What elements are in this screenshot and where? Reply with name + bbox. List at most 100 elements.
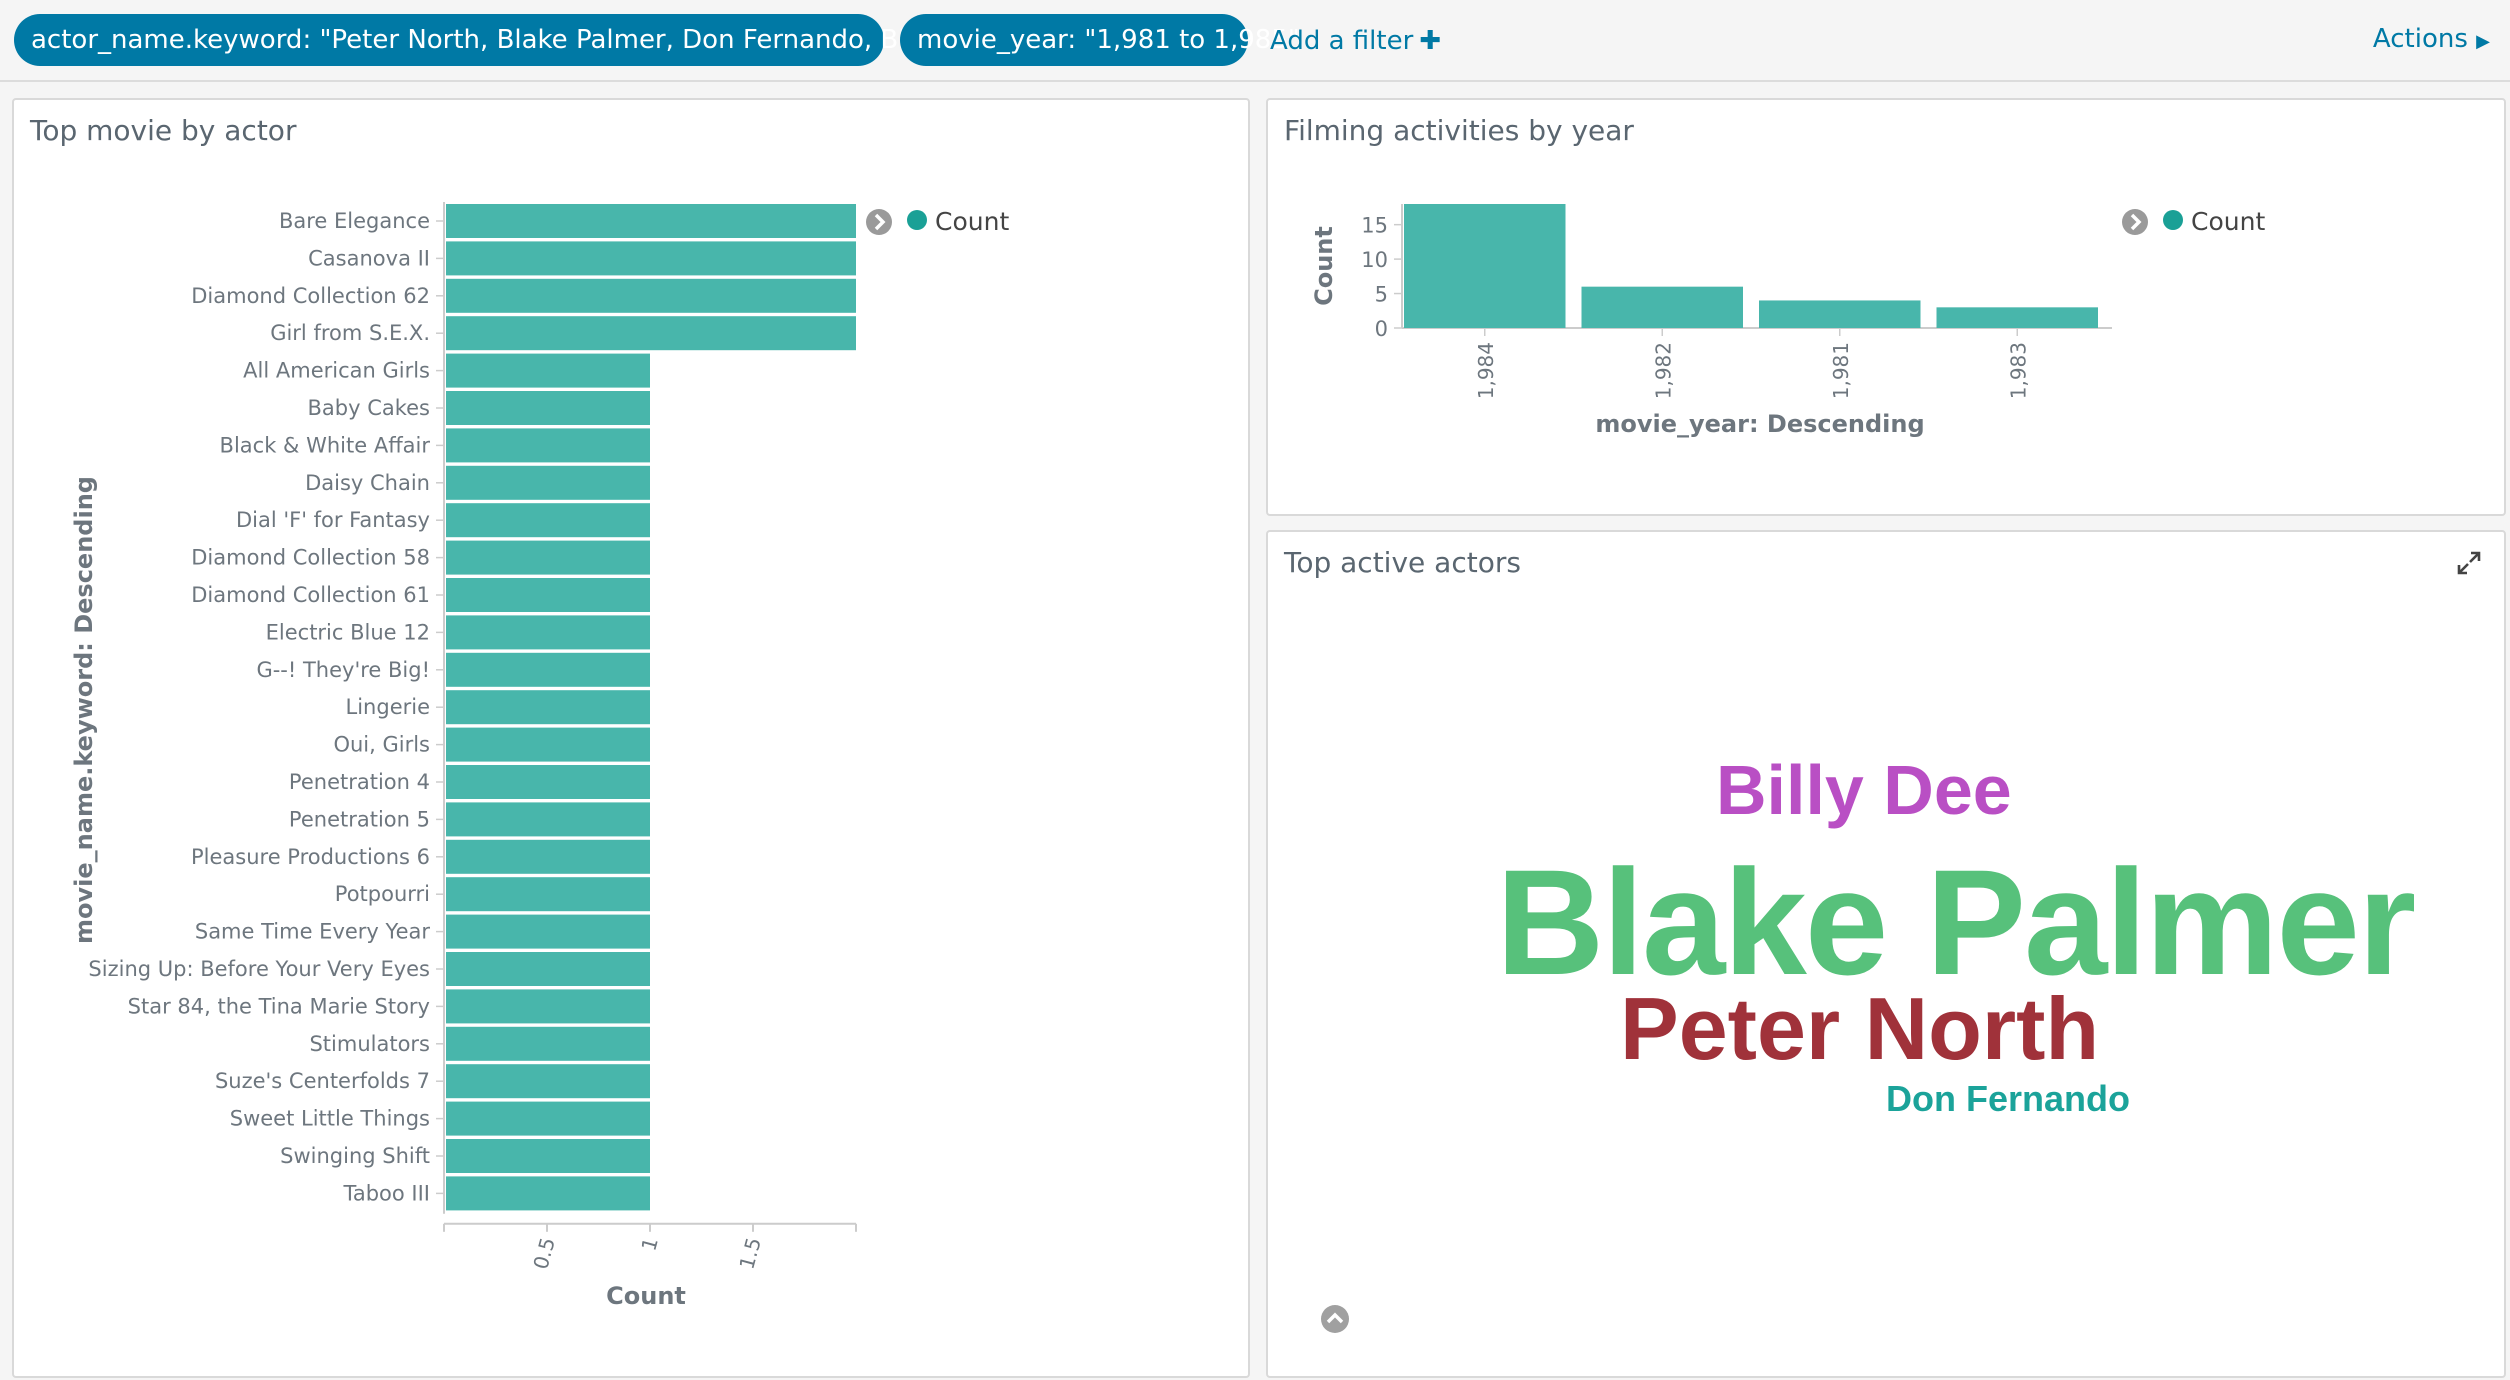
- bar: [446, 241, 856, 276]
- y-tick-label: Diamond Collection 61: [191, 583, 430, 607]
- y-tick-label: G--! They're Big!: [256, 658, 430, 682]
- bar: [446, 877, 650, 912]
- x-tick-label: 1,984: [1474, 342, 1498, 399]
- bar: [446, 765, 650, 799]
- bar: [446, 914, 650, 949]
- bar: [446, 802, 650, 837]
- y-tick-label: Taboo III: [342, 1181, 430, 1205]
- plus-icon: ✚: [1419, 26, 1442, 56]
- bar: [446, 1026, 650, 1061]
- panel-title-top-actors: Top active actors: [1284, 546, 1521, 579]
- bar: [446, 690, 650, 725]
- bar: [446, 540, 650, 575]
- x-tick-label: 1: [636, 1235, 662, 1254]
- bar: [446, 652, 650, 687]
- bar: [446, 391, 650, 425]
- add-filter-label: Add a filter: [1270, 26, 1414, 56]
- y-tick-label: All American Girls: [243, 359, 430, 383]
- bar: [1404, 204, 1566, 328]
- x-axis-title: Count: [606, 1282, 686, 1310]
- legend-toggle-chevron-right-icon[interactable]: [866, 209, 892, 235]
- bar: [446, 465, 650, 500]
- x-tick-label: 1,982: [1651, 342, 1675, 399]
- y-tick-label: Potpourri: [335, 882, 430, 906]
- bar: [446, 353, 650, 388]
- panel-filming: Filming activities by year 0 5 10 15 1,984 1,…: [1266, 98, 2506, 516]
- filming-chart: 0 5 10 15 1,984 1,982 1,981 1,983 movie_year: De…: [1310, 204, 2265, 438]
- bar: [446, 1064, 650, 1099]
- y-tick-label: Stimulators: [309, 1032, 430, 1056]
- y-tick-label: Suze's Centerfolds 7: [215, 1069, 430, 1093]
- filter-bar: actor_name.keyword: "Peter North, Blake …: [0, 0, 2510, 82]
- y-tick-label: Lingerie: [346, 695, 430, 719]
- panel-top-actors: Top active actors Billy Dee Blake Palmer…: [1266, 530, 2506, 1378]
- y-tick-label: Dial 'F' for Fantasy: [236, 508, 430, 532]
- bar: [1759, 300, 1921, 328]
- y-tick-label: 5: [1375, 283, 1388, 307]
- y-tick-label: Bare Elegance: [279, 209, 430, 233]
- bar: [446, 578, 650, 612]
- filter-pill-year[interactable]: movie_year: "1,981 to 1,985": [900, 14, 1300, 66]
- word-peter-north[interactable]: Peter North: [1620, 978, 2099, 1080]
- y-tick-label: 15: [1361, 214, 1388, 238]
- x-tick-label: 1.5: [734, 1235, 765, 1272]
- bar: [1936, 307, 2098, 328]
- collapse-chevron-up-icon[interactable]: [1320, 1304, 1350, 1334]
- actions-menu-button[interactable]: Actions ▶: [2373, 24, 2490, 54]
- legend-dot: [907, 210, 927, 230]
- y-tick-label: Girl from S.E.X.: [270, 321, 430, 345]
- y-axis-title: movie_name.keyword: Descending: [70, 476, 98, 944]
- bar: [446, 727, 650, 762]
- bar: [446, 615, 650, 650]
- y-tick-label: Penetration 4: [289, 770, 430, 794]
- y-tick-label: 10: [1361, 248, 1388, 272]
- bar: [446, 1101, 650, 1136]
- bar: [446, 503, 650, 538]
- y-tick-label: Same Time Every Year: [195, 920, 430, 944]
- y-tick-label: Pleasure Productions 6: [191, 845, 430, 869]
- word-billy-dee[interactable]: Billy Dee: [1716, 750, 2012, 830]
- y-tick-label: Diamond Collection 62: [191, 284, 430, 308]
- bar: [446, 204, 856, 238]
- y-tick-label: Swinging Shift: [280, 1144, 430, 1168]
- x-axis-title: movie_year: Descending: [1595, 410, 1924, 438]
- word-don-fernando[interactable]: Don Fernando: [1886, 1078, 2130, 1120]
- y-tick-label: Oui, Girls: [333, 733, 430, 757]
- y-tick-label: Penetration 5: [289, 807, 430, 831]
- bar: [1581, 286, 1743, 328]
- add-filter-button[interactable]: Add a filter ✚: [1270, 26, 1441, 56]
- legend-dot: [2163, 210, 2183, 230]
- legend-label: Count: [935, 207, 1009, 236]
- expand-icon[interactable]: [2456, 550, 2482, 576]
- y-axis-title: Count: [1310, 226, 1338, 306]
- y-tick-label: 0: [1375, 317, 1388, 341]
- x-tick-label: 1,983: [2006, 342, 2030, 399]
- y-tick-label: Black & White Affair: [220, 433, 431, 457]
- bar: [446, 428, 650, 463]
- legend-toggle-chevron-right-icon[interactable]: [2122, 209, 2148, 235]
- actions-label: Actions: [2372, 24, 2468, 54]
- legend-label: Count: [2191, 207, 2265, 236]
- bar: [446, 952, 650, 986]
- bar: [446, 839, 650, 874]
- filter-pill-actor[interactable]: actor_name.keyword: "Peter North, Blake …: [14, 14, 1008, 66]
- y-tick-label: Sizing Up: Before Your Very Eyes: [88, 957, 430, 981]
- y-tick-label: Casanova II: [308, 246, 430, 270]
- bar: [446, 316, 856, 351]
- caret-right-icon: ▶: [2476, 31, 2490, 52]
- x-tick-label: 0.5: [528, 1235, 559, 1272]
- legend: Count: [866, 207, 1009, 236]
- panel-top-movie: Top movie by actor Bare Elegance Casanova…: [12, 98, 1250, 1378]
- legend: Count: [2122, 207, 2265, 236]
- y-tick-label: Sweet Little Things: [230, 1107, 430, 1131]
- bar: [446, 989, 650, 1024]
- x-tick-label: 1,981: [1829, 342, 1853, 399]
- bar: [446, 1176, 650, 1211]
- y-tick-label: Diamond Collection 58: [191, 546, 430, 570]
- y-tick-label: Baby Cakes: [307, 396, 430, 420]
- y-tick-label: Electric Blue 12: [266, 620, 430, 644]
- y-tick-label: Star 84, the Tina Marie Story: [128, 994, 430, 1018]
- y-tick-label: Daisy Chain: [305, 471, 430, 495]
- bar: [446, 278, 856, 313]
- bar: [446, 1139, 650, 1173]
